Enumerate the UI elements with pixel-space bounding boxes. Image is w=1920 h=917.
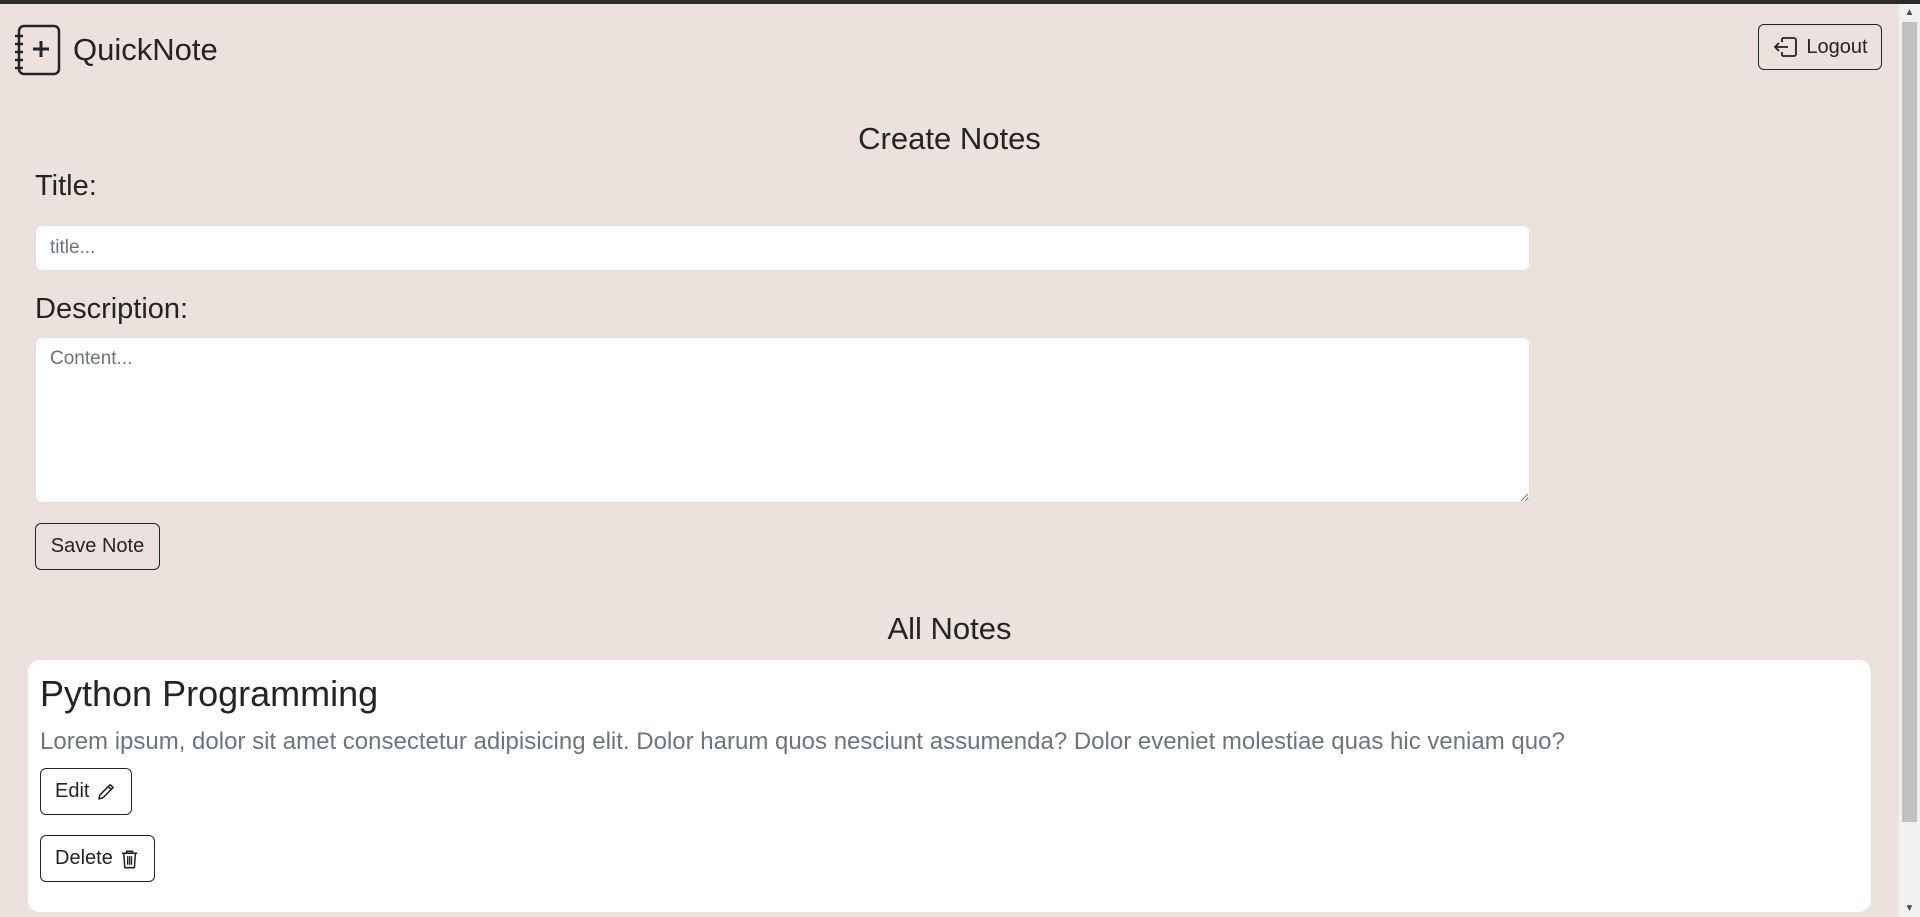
description-label: Description:	[35, 293, 189, 325]
edit-label: Edit	[55, 780, 90, 802]
notebook-plus-icon	[15, 24, 61, 76]
note-description: Lorem ipsum, dolor sit amet consectetur …	[40, 728, 1565, 755]
pencil-icon	[98, 783, 115, 800]
logout-button[interactable]: Logout	[1758, 24, 1882, 70]
scroll-down-arrow-icon[interactable]: ▼	[1899, 900, 1920, 917]
edit-note-button[interactable]: Edit	[40, 768, 132, 815]
note-title: Python Programming	[40, 673, 379, 714]
delete-note-button[interactable]: Delete	[40, 835, 155, 882]
page: QuickNote Logout Create Notes Title: Des…	[0, 4, 1899, 917]
title-input[interactable]	[35, 225, 1530, 271]
logout-label: Logout	[1806, 35, 1868, 58]
all-notes-heading: All Notes	[887, 611, 1012, 646]
save-note-button[interactable]: Save Note	[35, 523, 160, 570]
title-label: Title:	[35, 170, 97, 202]
description-textarea[interactable]	[35, 337, 1530, 503]
scroll-up-arrow-icon[interactable]: ▲	[1899, 4, 1920, 21]
delete-label: Delete	[55, 847, 113, 869]
scrollbar-thumb[interactable]	[1902, 22, 1917, 822]
brand-name: QuickNote	[73, 32, 218, 67]
create-notes-heading: Create Notes	[858, 121, 1041, 156]
trash-icon	[121, 850, 138, 868]
navbar-brand[interactable]: QuickNote	[15, 24, 218, 76]
logout-icon	[1774, 37, 1798, 57]
vertical-scrollbar[interactable]: ▲ ▼	[1899, 4, 1920, 917]
note-card: Python Programming Lorem ipsum, dolor si…	[28, 660, 1871, 912]
